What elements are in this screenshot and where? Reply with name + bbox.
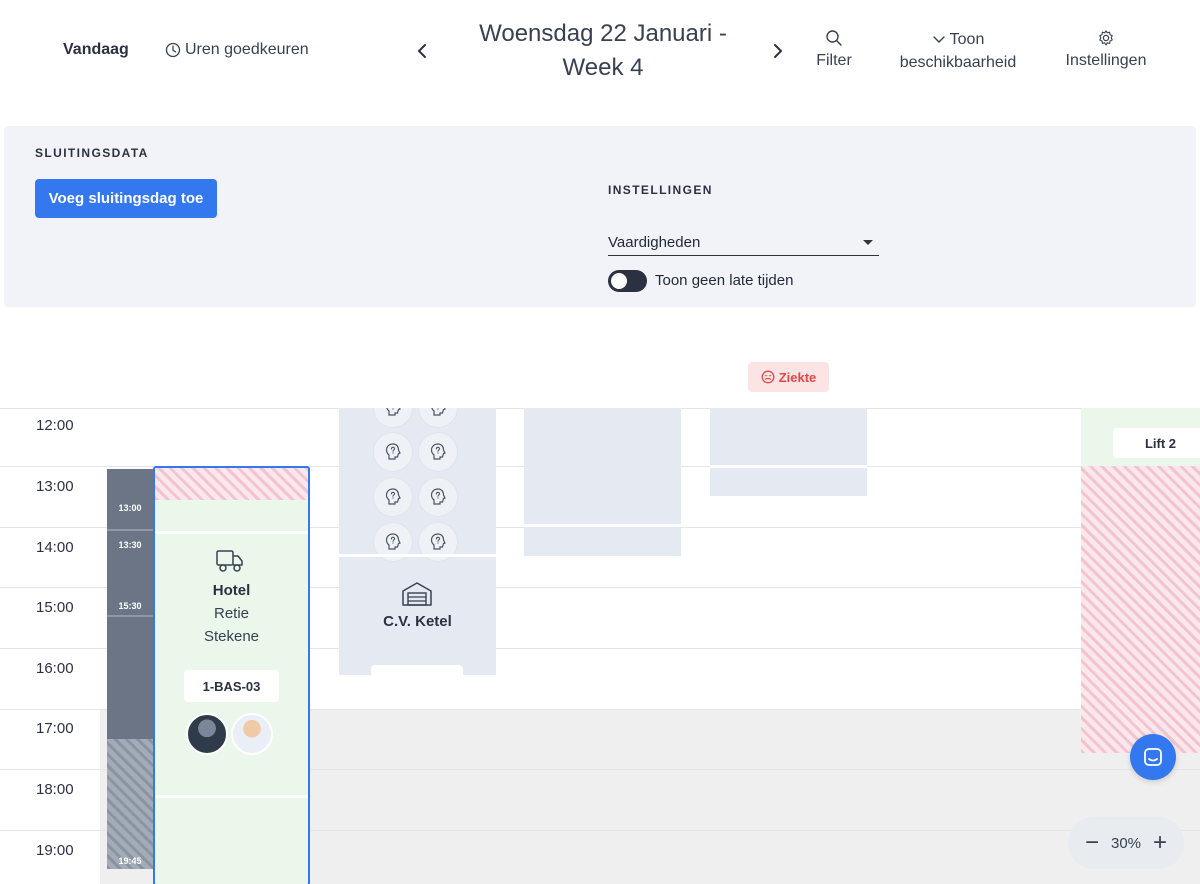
unknown-skill-icon <box>418 408 458 428</box>
time-label: 17:00 <box>36 720 74 737</box>
previous-day-button[interactable] <box>410 38 434 64</box>
time-label: 18:00 <box>36 781 74 798</box>
closing-dates-heading: SLUITINGSDATA <box>35 146 149 160</box>
approve-hours-button[interactable]: Uren goedkeuren <box>165 41 309 59</box>
search-icon <box>826 30 842 46</box>
job-location: Retie <box>213 605 250 622</box>
boiler-icon <box>402 582 432 606</box>
date-title: Woensdag 22 Januari - Week 4 <box>479 20 727 81</box>
sickness-label: Ziekte <box>778 369 817 385</box>
time-label: 12:00 <box>36 417 74 434</box>
unknown-skill-icon <box>418 477 458 517</box>
late-times-toggle[interactable] <box>608 270 647 292</box>
bar-divider <box>107 615 153 617</box>
gear-icon <box>1099 30 1113 46</box>
skill-label: C.V. Ketel <box>383 613 452 630</box>
unknown-skill-icon <box>373 432 413 472</box>
day-schedule-grid: 12:00 13:00 14:00 15:00 16:00 17:00 18:0… <box>0 408 1200 884</box>
unknown-skill-icon <box>373 408 413 428</box>
settings-button[interactable]: Instellingen <box>1058 29 1154 72</box>
bar-time-label: 13:30 <box>118 540 142 550</box>
skills-column[interactable]: C.V. Ketel <box>339 408 496 675</box>
card-unavailable-stripe <box>155 468 308 500</box>
filter-label: Filter <box>816 52 852 69</box>
chevron-down-icon <box>932 35 945 43</box>
job-card[interactable]: Hotel Retie Stekene 1-BAS-03 <box>153 466 310 884</box>
time-label: 16:00 <box>36 660 74 677</box>
time-label: 14:00 <box>36 539 74 556</box>
schedule-column[interactable] <box>710 408 867 496</box>
lift-column-unavailable <box>1081 466 1200 753</box>
column-divider <box>524 524 681 527</box>
settings-label: Instellingen <box>1065 52 1147 69</box>
column-divider <box>710 465 867 468</box>
availability-label-line2: beschikbaarheid <box>899 54 1017 71</box>
card-divider <box>155 531 308 534</box>
bar-divider <box>107 529 153 531</box>
unknown-skill-icon <box>373 477 413 517</box>
skills-select-value: Vaardigheden <box>608 234 701 251</box>
show-availability-button[interactable]: Toon beschikbaarheid <box>890 28 1026 74</box>
job-location: Stekene <box>203 628 260 645</box>
time-label: 13:00 <box>36 478 74 495</box>
chevron-right-icon <box>774 44 782 58</box>
bar-time-label: 15:30 <box>118 601 142 611</box>
unknown-skill-icon <box>418 432 458 472</box>
schedule-column[interactable] <box>524 408 681 556</box>
sick-face-icon <box>761 370 775 384</box>
column-divider <box>339 554 496 557</box>
availability-bar-unavailable <box>107 739 153 869</box>
time-label: 19:00 <box>36 842 74 859</box>
chat-icon <box>1144 748 1162 766</box>
add-closing-day-button[interactable]: Voeg sluitingsdag toe <box>35 179 217 218</box>
late-times-label: Toon geen late tijden <box>655 272 794 289</box>
chevron-left-icon <box>418 44 426 58</box>
caret-down-icon <box>863 240 873 245</box>
skill-chip <box>371 665 463 675</box>
today-button[interactable]: Vandaag <box>63 41 129 59</box>
next-day-button[interactable] <box>766 38 790 64</box>
zoom-control: − 30% + <box>1068 817 1184 869</box>
lift-label: Lift 2 <box>1113 428 1200 458</box>
chat-button[interactable] <box>1130 734 1176 780</box>
toggle-knob <box>611 273 627 289</box>
availability-label-line1: Toon <box>949 31 985 48</box>
filter-button[interactable]: Filter <box>808 29 860 72</box>
sickness-badge[interactable]: Ziekte <box>748 362 829 392</box>
time-label: 15:00 <box>36 599 74 616</box>
avatar[interactable] <box>186 713 228 755</box>
bar-time-label: 13:00 <box>118 503 142 513</box>
bar-time-label: 19:45 <box>118 856 142 866</box>
card-divider <box>155 795 308 798</box>
zoom-out-button[interactable]: − <box>1082 831 1102 855</box>
license-plate: 1-BAS-03 <box>184 670 279 702</box>
zoom-level: 30% <box>1110 834 1142 852</box>
zoom-in-button[interactable]: + <box>1150 831 1170 855</box>
skills-select[interactable]: Vaardigheden <box>608 234 879 256</box>
top-bar: Vandaag Uren goedkeuren Woensdag 22 Janu… <box>0 0 1200 120</box>
settings-heading: INSTELLINGEN <box>608 183 713 197</box>
truck-icon <box>216 550 243 572</box>
approve-hours-label: Uren goedkeuren <box>185 41 309 58</box>
clock-icon <box>165 42 181 58</box>
job-title: Hotel <box>212 582 251 599</box>
avatar[interactable] <box>231 713 273 755</box>
settings-panel: SLUITINGSDATA Voeg sluitingsdag toe INST… <box>4 126 1196 307</box>
